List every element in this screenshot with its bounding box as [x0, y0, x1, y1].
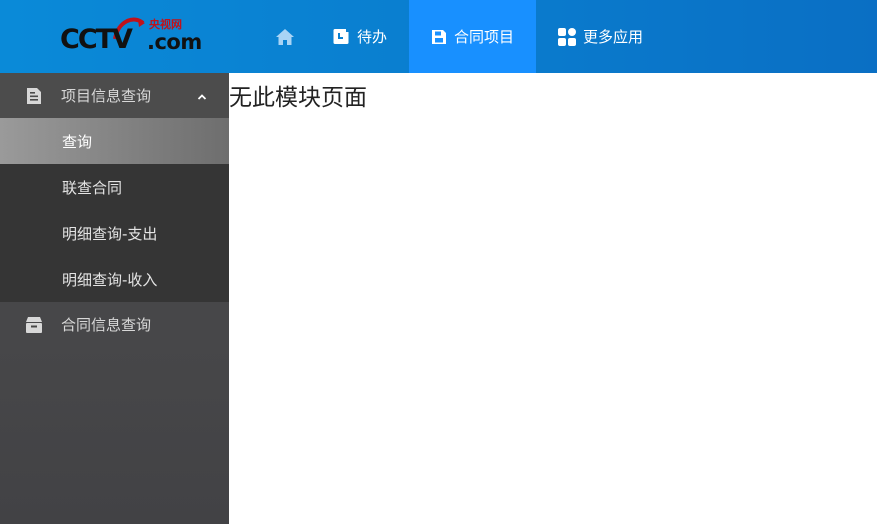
main-content: 无此模块页面 [229, 73, 877, 524]
sidebar-group-contract-query[interactable]: 合同信息查询 [0, 302, 229, 347]
sidebar-group-label: 项目信息查询 [61, 87, 152, 105]
nav-todo[interactable]: 待办 [311, 0, 409, 73]
cctv-logo[interactable]: 央视网 CCTV .com [0, 0, 229, 73]
archive-icon [25, 316, 43, 334]
home-icon [275, 28, 295, 46]
sidebar-submenu: 查询 联查合同 明细查询-支出 明细查询-收入 [0, 118, 229, 302]
sidebar-item-detail-income[interactable]: 明细查询-收入 [0, 256, 229, 302]
apps-icon [558, 27, 577, 46]
nav-todo-label: 待办 [357, 28, 388, 46]
todo-icon [333, 28, 350, 45]
sidebar: 项目信息查询 查询 联查合同 明细查询-支出 明细查询-收入 合同信息查询 [0, 73, 229, 524]
document-icon [25, 87, 43, 105]
sidebar-item-label: 明细查询-收入 [62, 270, 158, 289]
save-icon [431, 29, 447, 45]
nav-more-apps[interactable]: 更多应用 [536, 0, 665, 73]
no-module-message: 无此模块页面 [229, 85, 367, 111]
sidebar-item-linked-contract[interactable]: 联查合同 [0, 164, 229, 210]
nav-contract-project[interactable]: 合同项目 [409, 0, 537, 73]
logo-brand-text: CCTV [60, 24, 133, 55]
nav-contract-project-label: 合同项目 [454, 28, 515, 46]
top-header: 央视网 CCTV .com 待办 合同项目 更多应用 [0, 0, 877, 73]
chevron-up-icon[interactable] [197, 88, 207, 106]
sidebar-item-label: 查询 [62, 132, 93, 151]
sidebar-item-label: 明细查询-支出 [62, 224, 158, 243]
sidebar-item-detail-expense[interactable]: 明细查询-支出 [0, 210, 229, 256]
top-nav: 待办 合同项目 更多应用 [258, 0, 665, 73]
logo-domain-text: .com [147, 30, 202, 54]
sidebar-group-project-query[interactable]: 项目信息查询 [0, 73, 229, 118]
nav-home[interactable] [258, 0, 311, 73]
sidebar-item-query[interactable]: 查询 [0, 118, 229, 164]
sidebar-group-label: 合同信息查询 [61, 316, 152, 334]
nav-more-apps-label: 更多应用 [583, 28, 644, 46]
sidebar-item-label: 联查合同 [62, 178, 123, 197]
